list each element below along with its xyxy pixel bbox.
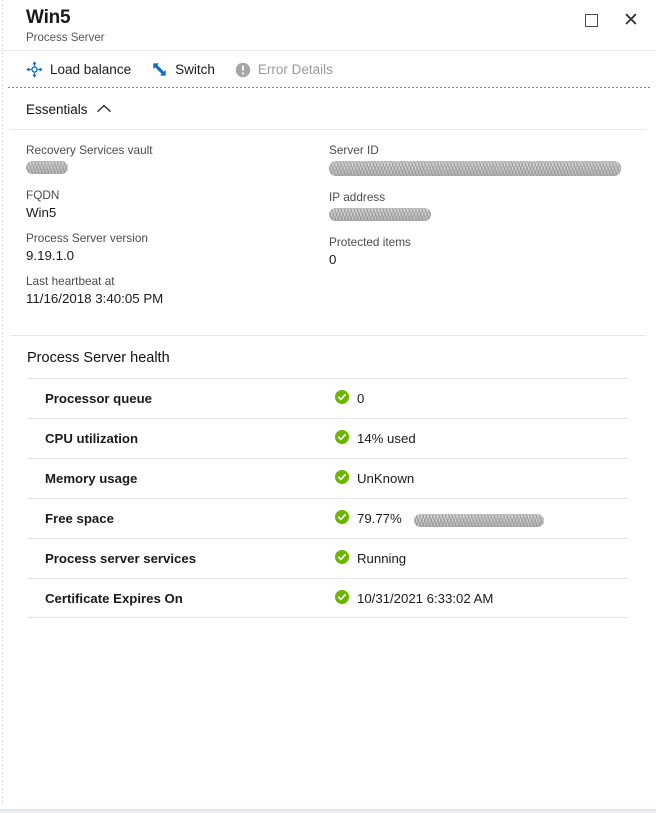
field-process-server-version: Process Server version 9.19.1.0 [26, 230, 328, 265]
process-server-health-section: Process Server health Processor queue 0 … [10, 335, 646, 618]
redacted-value [329, 208, 431, 221]
switch-button[interactable]: Switch [147, 57, 227, 82]
error-details-button: Error Details [231, 58, 345, 82]
table-row: Memory usage UnKnown [27, 458, 628, 498]
health-row-value-cell: Running [335, 550, 406, 567]
close-icon: ✕ [623, 8, 639, 31]
essentials-label: Essentials [26, 101, 88, 117]
error-details-icon [235, 62, 251, 78]
check-circle-icon [335, 390, 349, 407]
redacted-value [329, 161, 621, 176]
load-balance-button[interactable]: Load balance [22, 57, 143, 82]
health-row-value-cell: UnKnown [335, 470, 414, 487]
health-row-value-cell: 10/31/2021 6:33:02 AM [335, 589, 494, 607]
field-recovery-services-vault: Recovery Services vault [26, 142, 328, 179]
check-circle-icon [335, 430, 349, 447]
page-title: Win5 [26, 7, 71, 28]
field-label: Process Server version [26, 231, 148, 245]
window-controls: ✕ [576, 6, 646, 34]
table-row: Free space 79.77% [27, 498, 628, 538]
table-row: Process server services Running [27, 538, 628, 578]
field-fqdn: FQDN Win5 [26, 187, 328, 222]
health-row-value: 10/31/2021 6:33:02 AM [357, 590, 494, 606]
essentials-grid: Recovery Services vault FQDN Win5 Proces… [0, 130, 656, 332]
switch-label: Switch [175, 62, 215, 77]
field-label: FQDN [26, 188, 60, 202]
field-label: Protected items [329, 235, 411, 249]
health-row-label: Memory usage [45, 471, 138, 486]
field-label: Recovery Services vault [26, 143, 153, 157]
field-value [329, 158, 656, 181]
health-row-label: Process server services [45, 551, 197, 566]
field-label: Server ID [329, 143, 379, 157]
check-circle-icon [335, 510, 349, 527]
field-value: 0 [329, 252, 337, 267]
field-value: Win5 [26, 205, 57, 220]
restore-icon [584, 13, 598, 27]
essentials-column-right: Server ID IP address Protected items 0 [328, 142, 656, 316]
switch-icon [151, 61, 168, 78]
table-row: Certificate Expires On 10/31/2021 6:33:0… [27, 578, 628, 618]
field-label: Last heartbeat at [26, 274, 115, 288]
essentials-column-left: Recovery Services vault FQDN Win5 Proces… [0, 142, 328, 316]
field-last-heartbeat-at: Last heartbeat at 11/16/2018 3:40:05 PM [26, 273, 328, 308]
field-value [329, 205, 656, 226]
health-row-value: UnKnown [357, 471, 415, 486]
check-circle-icon [335, 589, 349, 607]
restore-button[interactable] [576, 6, 606, 34]
health-row-value: 0 [357, 391, 365, 406]
health-row-value-cell: 79.77% [335, 510, 544, 527]
health-row-label: Processor queue [45, 391, 153, 406]
error-details-label: Error Details [257, 62, 333, 77]
load-balance-label: Load balance [50, 62, 132, 77]
page-subtitle: Process Server [26, 32, 105, 44]
field-ip-address: IP address [329, 189, 656, 226]
field-server-id: Server ID [329, 142, 656, 181]
table-row: CPU utilization 14% used [27, 418, 628, 458]
health-row-value-cell: 0 [335, 390, 364, 407]
process-server-blade: Win5 Process Server ✕ Load balance Switc… [0, 0, 656, 813]
health-row-value: 14% used [357, 431, 416, 446]
blade-bottom-rail [0, 809, 656, 813]
field-protected-items: Protected items 0 [329, 234, 656, 269]
health-row-label: Certificate Expires On [45, 590, 183, 606]
health-row-label: Free space [45, 511, 114, 526]
chevron-up-icon [96, 100, 111, 118]
check-circle-icon [335, 470, 349, 487]
blade-left-rail [2, 0, 3, 805]
health-row-label: CPU utilization [45, 431, 139, 446]
redacted-value [413, 513, 544, 527]
field-label: IP address [329, 190, 386, 204]
check-circle-icon [335, 550, 349, 567]
health-row-value-cell: 14% used [335, 430, 416, 447]
health-row-value: Running [357, 551, 407, 566]
health-table: Processor queue 0 CPU utilization 14% us… [10, 378, 646, 618]
command-bar: Load balance Switch Error Details [0, 51, 656, 88]
field-value: 11/16/2018 3:40:05 PM [26, 291, 164, 306]
table-row: Processor queue 0 [27, 378, 628, 418]
redacted-value [26, 161, 68, 174]
field-value: 9.19.1.0 [26, 248, 75, 263]
blade-header: Win5 Process Server ✕ [0, 0, 656, 51]
health-section-title: Process Server health [27, 350, 170, 366]
load-balance-icon [26, 61, 43, 78]
essentials-toggle[interactable]: Essentials [0, 88, 656, 129]
field-value [26, 158, 328, 179]
health-row-value: 79.77% [357, 511, 402, 526]
close-button[interactable]: ✕ [616, 6, 646, 34]
